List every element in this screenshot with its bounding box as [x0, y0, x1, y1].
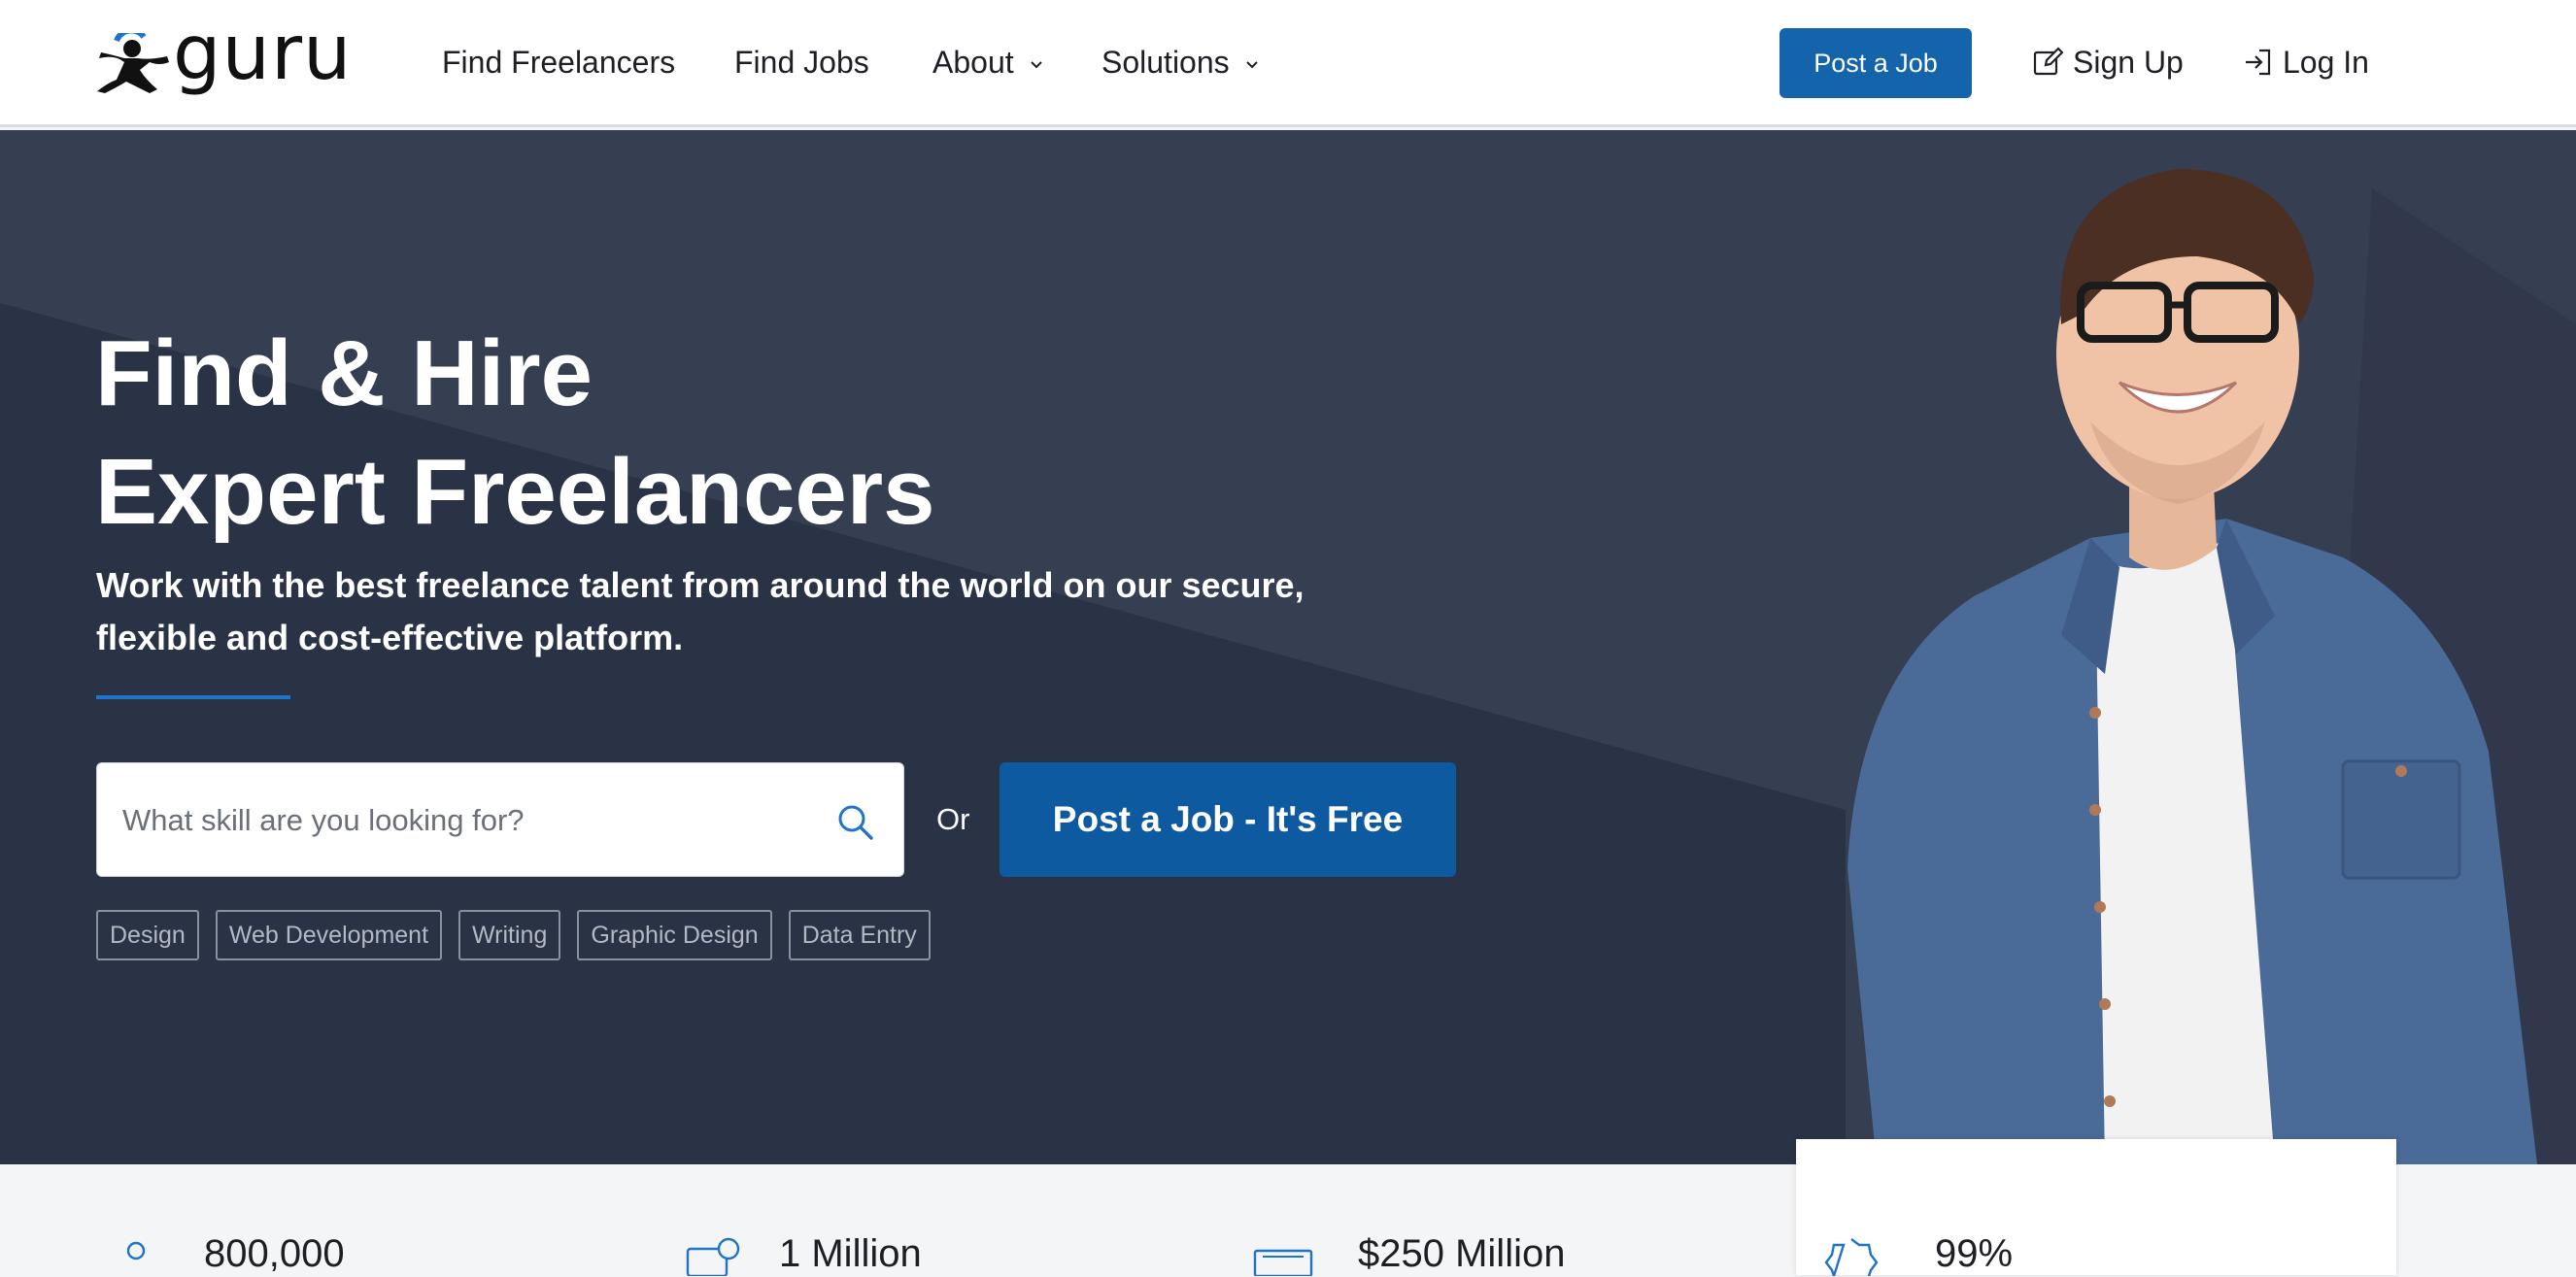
hero-subtitle: Work with the best freelance talent from… [96, 559, 1320, 664]
logo-wordmark: guru [173, 10, 353, 97]
tag-graphic-design[interactable]: Graphic Design [577, 910, 772, 960]
stat-satisfaction-value-card: 99% [1935, 1232, 2014, 1275]
nav-solutions-label: Solutions [1102, 45, 1230, 80]
popular-skill-tags: Design Web Development Writing Graphic D… [96, 910, 931, 960]
hero-section: Find & Hire Expert Freelancers Work with… [0, 130, 2576, 1164]
payment-icon [686, 1237, 740, 1276]
guru-logo[interactable]: guru [95, 16, 353, 97]
people-icon [126, 1241, 146, 1260]
login-icon [2246, 49, 2271, 76]
top-navbar: guru Find Freelancers Find Jobs About So… [0, 0, 2576, 127]
hero-title-line2: Expert Freelancers [95, 440, 935, 544]
sign-up-link[interactable]: Sign Up [2032, 43, 2184, 82]
hero-subtitle-line2: flexible and cost-effective platform. [96, 618, 684, 657]
hero-person-image [1847, 169, 2576, 1164]
log-in-link[interactable]: Log In [2242, 43, 2369, 82]
chevron-down-icon [1245, 60, 1258, 68]
nav-find-freelancers[interactable]: Find Freelancers [442, 43, 675, 82]
search-icon[interactable] [835, 802, 874, 841]
stat-paid-value: $250 Million [1358, 1232, 1566, 1275]
chevron-down-icon [1030, 60, 1042, 68]
edit-icon [2033, 47, 2063, 76]
money-icon [1253, 1249, 1313, 1276]
badge-icon [1824, 1238, 1879, 1276]
tag-web-development[interactable]: Web Development [215, 910, 443, 960]
hero-subtitle-line1: Work with the best freelance talent from… [96, 565, 1305, 605]
log-in-label: Log In [2283, 45, 2369, 80]
stat-freelancers-value: 800,000 [204, 1232, 345, 1275]
guru-logo-icon [97, 33, 169, 93]
stat-payments-value: 1 Million [779, 1232, 922, 1275]
nav-solutions[interactable]: Solutions [1102, 43, 1258, 82]
nav-about-label: About [932, 45, 1014, 80]
tag-writing[interactable]: Writing [458, 910, 561, 960]
skill-search-input[interactable] [120, 763, 804, 878]
sign-up-label: Sign Up [2073, 45, 2184, 80]
nav-find-jobs[interactable]: Find Jobs [734, 43, 869, 82]
hero-title-line1: Find & Hire [95, 321, 593, 425]
post-job-button[interactable]: Post a Job [1779, 28, 1972, 98]
tag-design[interactable]: Design [96, 910, 199, 960]
nav-about[interactable]: About [932, 43, 1042, 82]
stat-satisfaction-overlay: 99% [1824, 1164, 2368, 1276]
post-job-free-button[interactable]: Post a Job - It's Free [1000, 762, 1456, 877]
accent-divider [96, 695, 290, 699]
skill-search-box[interactable] [96, 762, 904, 878]
tag-data-entry[interactable]: Data Entry [788, 910, 931, 960]
or-separator: Or [936, 802, 970, 836]
